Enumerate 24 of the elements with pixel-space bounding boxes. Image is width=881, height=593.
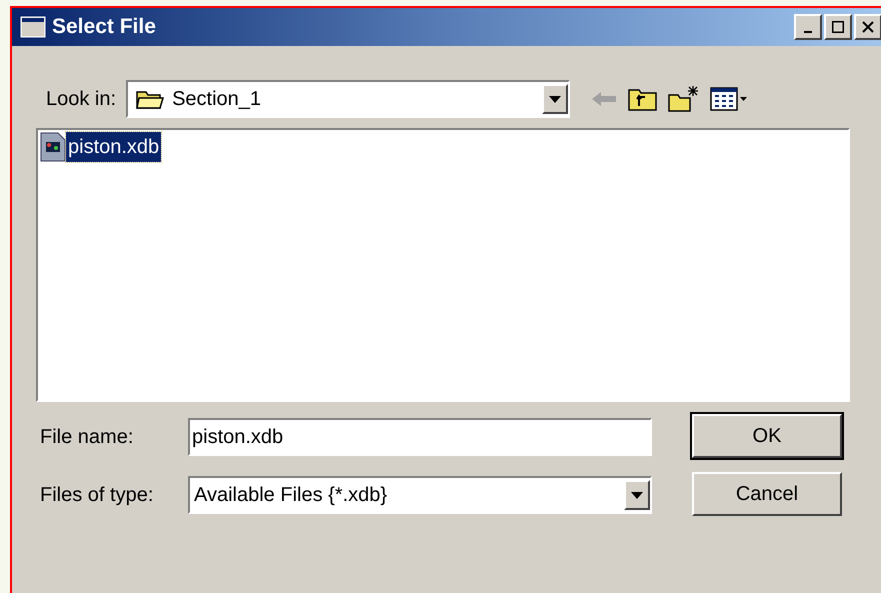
dialog-button[interactable]: Cancel	[692, 472, 842, 516]
dialog-button[interactable]: OK	[692, 414, 842, 458]
look-in-dropdown[interactable]: Section_1	[126, 80, 570, 118]
dropdown-button[interactable]	[542, 84, 568, 114]
caret-icon	[631, 492, 643, 498]
file-type-label: Files of type:	[40, 483, 154, 508]
file-name-field[interactable]: piston.xdb	[188, 418, 652, 456]
minimize-icon	[804, 31, 812, 33]
maximize-button[interactable]	[824, 14, 852, 40]
maximize-icon	[832, 21, 844, 33]
look-in-label: Look in:	[46, 87, 116, 112]
file-item[interactable]: piston.xdb	[66, 132, 162, 162]
file-name-label: File name:	[40, 425, 134, 450]
file-icon	[40, 132, 66, 162]
minimize-button[interactable]	[794, 14, 822, 40]
dropdown-button[interactable]	[624, 480, 650, 510]
file-type-dropdown[interactable]: Available Files {*.xdb}	[188, 476, 652, 514]
caret-icon	[549, 96, 562, 102]
window-icon	[20, 16, 46, 38]
view-menu-icon[interactable]	[710, 87, 748, 111]
window-title: Select File	[52, 14, 156, 40]
close-icon	[862, 21, 874, 33]
new-folder-icon[interactable]	[668, 85, 700, 113]
close-button[interactable]	[854, 14, 881, 40]
